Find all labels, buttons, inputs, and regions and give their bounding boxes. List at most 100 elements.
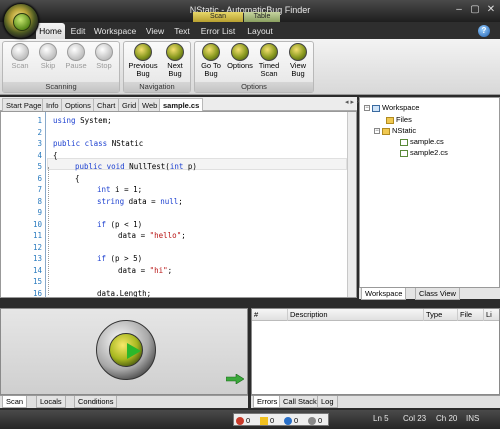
group-label-options: Options xyxy=(195,82,313,92)
arrow-right-icon[interactable] xyxy=(226,374,244,384)
line-number: 10 xyxy=(32,220,42,229)
tab-view[interactable]: View xyxy=(141,23,169,39)
tab-error-list[interactable]: Error List xyxy=(196,23,240,39)
ribbon-tab-bar: Home Edit Workspace View Text Error List… xyxy=(0,22,500,39)
pause-button[interactable]: Pause xyxy=(62,43,90,70)
tab-call-stack[interactable]: Call Stack xyxy=(279,396,321,408)
tree-item-workspace[interactable]: − Workspace xyxy=(364,103,419,112)
folder-icon xyxy=(386,116,394,124)
play-icon xyxy=(127,343,141,359)
context-tab-table: Table xyxy=(244,12,280,22)
tab-edit[interactable]: Edit xyxy=(67,23,89,39)
code-line: public void NullTest(int p) xyxy=(75,162,197,171)
doc-tab-sample-cs[interactable]: sample.cs xyxy=(159,98,204,111)
options-button[interactable]: Options xyxy=(226,43,254,70)
skip-icon xyxy=(39,43,57,61)
code-line: int i = 1; xyxy=(97,185,143,194)
help-icon[interactable]: ? xyxy=(478,25,490,37)
scan-button[interactable]: Scan xyxy=(6,43,34,70)
tab-layout[interactable]: Layout xyxy=(242,23,278,39)
document-tab-bar: Start Page Info Options Chart Grid Web s… xyxy=(0,97,357,111)
bug-count-icon xyxy=(236,417,244,426)
code-line: string data = null; xyxy=(97,197,183,206)
tab-text[interactable]: Text xyxy=(171,23,193,39)
code-editor[interactable]: 1 2 3 4 5 6 7 8 9 10 11 12 13 14 15 16 u… xyxy=(0,111,357,298)
code-line: if (p > 5) xyxy=(97,254,143,263)
collapse-icon[interactable]: − xyxy=(364,105,370,112)
doc-tab-web[interactable]: Web xyxy=(138,98,162,111)
scan-icon xyxy=(11,43,29,61)
minimize-button[interactable]: – xyxy=(453,4,465,16)
tab-log[interactable]: Log xyxy=(317,396,338,408)
tab-conditions[interactable]: Conditions xyxy=(74,396,118,408)
error-tab-bar: Errors Call Stack Log xyxy=(251,395,500,408)
code-line: data = "hello"; xyxy=(118,231,186,240)
skip-button[interactable]: Skip xyxy=(34,43,62,70)
doc-tab-grid[interactable]: Grid xyxy=(118,98,141,111)
doc-tab-info[interactable]: Info xyxy=(42,98,63,111)
tree-item-sample-cs[interactable]: sample.cs xyxy=(400,137,444,146)
tree-item-files[interactable]: Files xyxy=(386,115,412,124)
editor-vertical-scrollbar[interactable] xyxy=(347,112,356,297)
previous-bug-button[interactable]: Previous Bug xyxy=(127,43,159,78)
line-number: 8 xyxy=(37,197,42,206)
go-to-bug-icon xyxy=(202,43,220,61)
next-bug-button[interactable]: Next Bug xyxy=(160,43,190,78)
tree-item-sample2-cs[interactable]: sample2.cs xyxy=(400,148,448,157)
app-menu-button[interactable] xyxy=(3,3,39,39)
tab-workspace[interactable]: Workspace xyxy=(92,23,138,39)
status-insert-mode: INS xyxy=(466,414,480,423)
line-number: 5 xyxy=(37,162,42,171)
code-line: using System; xyxy=(53,116,112,125)
line-number: 4 xyxy=(37,151,42,160)
scan-tab-bar: Scan Locals Conditions xyxy=(0,395,248,408)
previous-bug-icon xyxy=(134,43,152,61)
error-count-summary[interactable]: 0 0 0 0 xyxy=(233,413,329,426)
line-number: 9 xyxy=(37,208,42,217)
line-number: 16 xyxy=(32,289,42,298)
view-bug-button[interactable]: View Bug xyxy=(284,43,312,78)
info-count: 0 xyxy=(284,416,298,426)
line-number: 6 xyxy=(37,174,42,183)
stop-button[interactable]: Stop xyxy=(90,43,118,70)
line-number: 15 xyxy=(32,277,42,286)
tab-scan[interactable]: Scan xyxy=(2,396,28,408)
close-button[interactable]: ✕ xyxy=(485,4,497,16)
bug-icon xyxy=(13,13,31,31)
column-header-number[interactable]: # xyxy=(252,309,288,321)
go-to-bug-button[interactable]: Go To Bug xyxy=(197,43,225,78)
tab-locals[interactable]: Locals xyxy=(36,396,66,408)
maximize-button[interactable]: ▢ xyxy=(469,4,481,16)
doc-tab-start-page[interactable]: Start Page xyxy=(2,98,46,111)
line-number: 3 xyxy=(37,139,42,148)
line-number: 2 xyxy=(37,128,42,137)
doc-tab-chart[interactable]: Chart xyxy=(93,98,120,111)
code-line: { xyxy=(53,151,58,160)
start-scan-button[interactable] xyxy=(96,320,156,380)
timed-scan-button[interactable]: Timed Scan xyxy=(255,43,283,78)
line-number: 13 xyxy=(32,254,42,263)
collapse-icon[interactable]: − xyxy=(374,128,380,135)
line-number: 1 xyxy=(37,116,42,125)
code-line: data = "hi"; xyxy=(118,266,173,275)
status-column: Col 23 xyxy=(403,414,427,423)
tab-errors[interactable]: Errors xyxy=(253,396,282,408)
view-bug-icon xyxy=(289,43,307,61)
status-char: Ch 20 xyxy=(436,414,458,423)
warning-count: 0 xyxy=(260,416,274,426)
column-header-description[interactable]: Description xyxy=(288,309,424,321)
tab-home[interactable]: Home xyxy=(36,23,65,39)
tab-workspace-panel[interactable]: Workspace xyxy=(361,288,407,300)
doc-tab-options[interactable]: Options xyxy=(61,98,95,111)
column-header-type[interactable]: Type xyxy=(424,309,458,321)
group-options: Go To Bug Options Timed Scan View Bug Optio… xyxy=(194,41,314,93)
column-header-file[interactable]: File xyxy=(458,309,484,321)
code-line: public class NStatic xyxy=(53,139,144,148)
info-icon xyxy=(284,417,292,426)
line-number: 12 xyxy=(32,243,42,252)
fold-guide xyxy=(48,167,54,295)
tab-class-view[interactable]: Class View xyxy=(415,288,460,300)
column-header-line[interactable]: Li xyxy=(484,309,499,321)
tree-item-nstatic[interactable]: − NStatic xyxy=(374,126,416,135)
pause-icon xyxy=(67,43,85,61)
